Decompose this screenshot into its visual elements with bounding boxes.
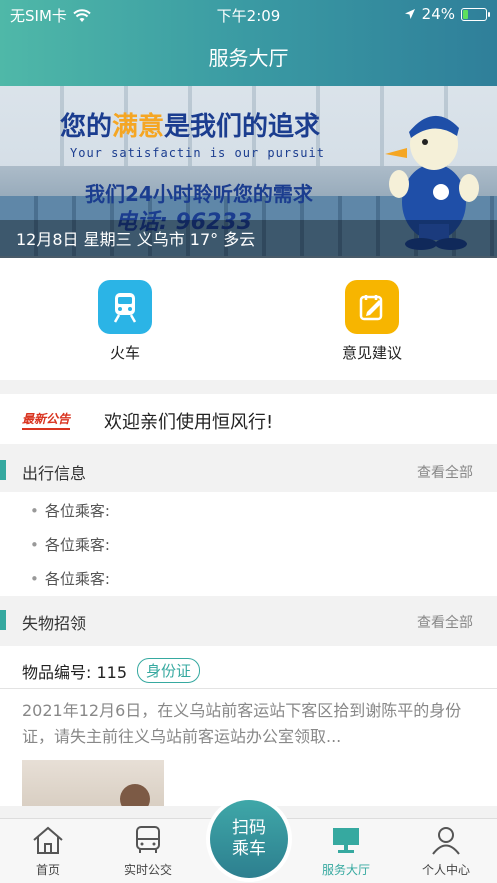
location-arrow-icon	[404, 9, 415, 19]
feedback-icon	[345, 280, 399, 334]
quick-action-label: 火车	[109, 344, 140, 362]
tab-profile[interactable]: 个人中心	[406, 825, 486, 878]
banner-slogan-main: 您的满意是我们的追求	[60, 106, 320, 143]
lost-found-card[interactable]: 物品编号: 115 身份证 2021年12月6日，在义乌站前客运站下客区拾到谢陈…	[0, 646, 497, 806]
banner-slogan-prefix: 您的	[60, 112, 113, 142]
lost-found-header: 失物招领 查看全部	[0, 600, 497, 642]
battery-icon	[461, 7, 490, 21]
banner-slogan-english: Your satisfactin is our pursuit	[70, 146, 325, 160]
item-photo[interactable]	[22, 760, 164, 806]
trip-info-view-all-link[interactable]: 查看全部	[417, 462, 473, 482]
tab-home[interactable]: 首页	[8, 825, 88, 878]
list-item[interactable]: 各位乘客:	[30, 568, 110, 589]
status-right: 24%	[404, 5, 490, 23]
item-type-tag: 身份证	[137, 658, 201, 683]
scan-label-line2: 乘车	[232, 839, 266, 859]
quick-actions: 火车 意见建议	[0, 258, 497, 380]
lost-found-title: 失物招领	[22, 614, 87, 633]
battery-fill	[463, 9, 468, 19]
user-icon	[432, 827, 460, 855]
scan-to-ride-button[interactable]: 扫码 乘车	[206, 796, 292, 882]
item-number-row: 物品编号: 115 身份证	[22, 658, 201, 683]
trip-info-header: 出行信息 查看全部	[0, 450, 497, 492]
weather-text: 12月8日 星期三 义乌市 17° 多云	[16, 230, 256, 249]
section-accent-bar	[0, 610, 6, 630]
monitor-icon	[333, 828, 359, 853]
section-accent-bar	[0, 460, 6, 480]
tab-label: 实时公交	[123, 863, 172, 877]
announcement-badge: 最新公告	[22, 412, 71, 430]
announcement-text[interactable]: 欢迎亲们使用恒风行!	[104, 408, 273, 434]
tab-label: 个人中心	[421, 863, 470, 877]
list-item[interactable]: 各位乘客:	[30, 534, 110, 555]
status-bar: 无SIM卡 下午2:09 24%	[0, 0, 497, 28]
item-number-label: 物品编号: 115	[22, 662, 128, 682]
page-title: 服务大厅	[208, 46, 289, 70]
bus-icon	[136, 826, 160, 853]
tab-service-hall[interactable]: 服务大厅	[306, 825, 386, 878]
item-photo-portrait	[120, 784, 150, 806]
tab-label: 首页	[35, 863, 60, 877]
lost-found-view-all-link[interactable]: 查看全部	[417, 612, 473, 632]
item-description: 2021年12月6日，在义乌站前客运站下客区拾到谢陈平的身份证，请失主前往义乌站…	[22, 701, 462, 746]
tab-label: 服务大厅	[321, 863, 370, 877]
scan-label-line1: 扫码	[232, 818, 266, 838]
top-header: 无SIM卡 下午2:09 24% 服务大厅	[0, 0, 497, 86]
list-item[interactable]: 各位乘客:	[30, 500, 110, 521]
trip-info-list: 各位乘客: 各位乘客: 各位乘客:	[0, 492, 497, 596]
train-icon	[98, 280, 152, 334]
quick-action-feedback[interactable]: 意见建议	[312, 280, 432, 363]
home-icon	[33, 826, 63, 854]
promo-banner[interactable]: 您的满意是我们的追求 Your satisfactin is our pursu…	[0, 86, 497, 258]
announcement-bar[interactable]: 最新公告 欢迎亲们使用恒风行!	[0, 394, 497, 444]
divider	[0, 688, 497, 689]
battery-percent: 24%	[421, 5, 455, 23]
quick-action-train[interactable]: 火车	[65, 280, 185, 363]
banner-slogan-suffix: 是我们的追求	[164, 112, 321, 142]
trip-info-title: 出行信息	[22, 464, 87, 483]
quick-action-label: 意见建议	[341, 344, 402, 362]
tab-realtime-bus[interactable]: 实时公交	[108, 825, 188, 878]
banner-slogan-secondary: 我们24小时聆听您的需求	[85, 182, 313, 206]
scan-button-inner: 扫码 乘车	[210, 800, 288, 878]
banner-slogan-highlight: 满意	[112, 112, 165, 142]
